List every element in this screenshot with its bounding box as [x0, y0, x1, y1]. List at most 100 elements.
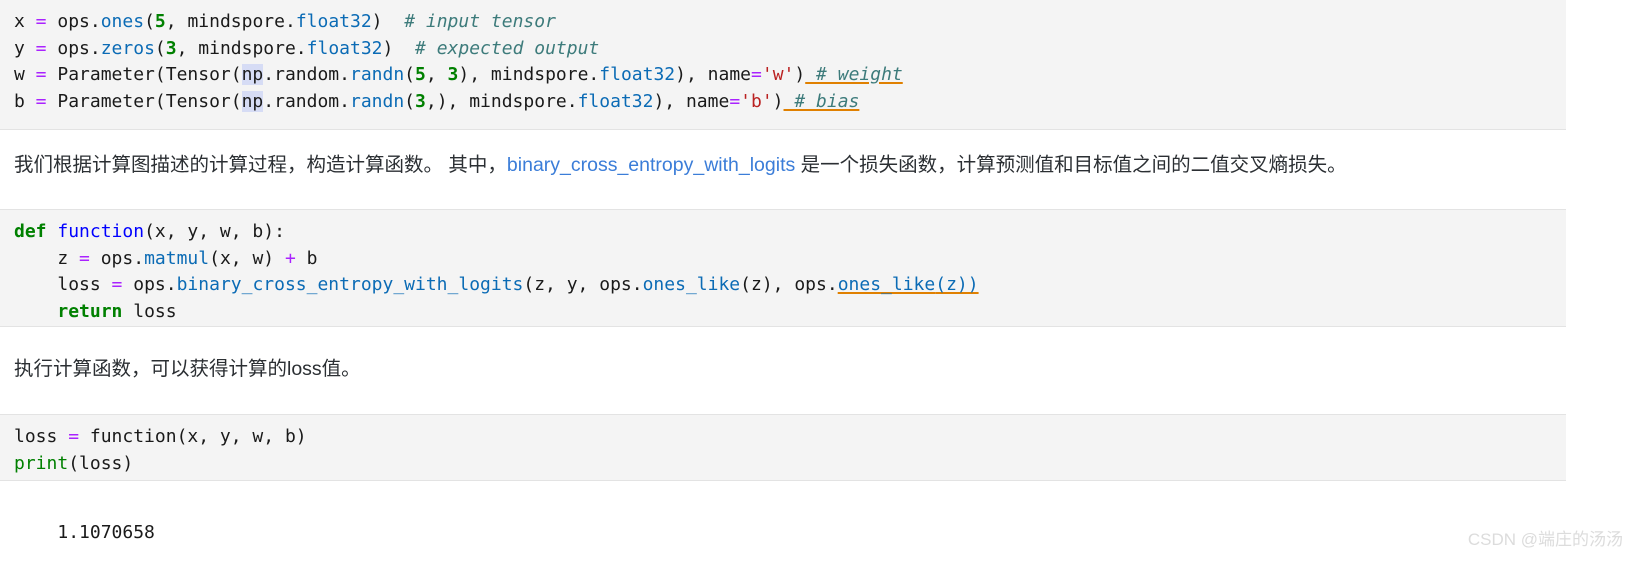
- token-operator: =: [751, 64, 762, 85]
- token-comment: # expected output: [415, 37, 600, 59]
- token-args: (x, w): [209, 247, 285, 269]
- token-punct: ): [382, 37, 394, 59]
- token-operator: =: [57, 426, 90, 447]
- token-keyword-def: def: [14, 221, 47, 242]
- inline-code-link[interactable]: binary_cross_entropy_with_logits: [507, 154, 795, 176]
- notebook-page: x = ops.ones(5, mindspore.float32) # inp…: [0, 0, 1639, 556]
- token-function: randn: [349, 90, 405, 112]
- token-after: ),: [675, 64, 708, 85]
- token-tail: b: [295, 247, 318, 269]
- token-comment: # bias: [783, 90, 860, 112]
- token-operator: =: [24, 90, 58, 112]
- token-operator: =: [24, 64, 58, 85]
- token-number: 5: [415, 64, 426, 85]
- token-operator: =: [24, 37, 58, 59]
- token-mid: ,), mindspore.: [425, 90, 578, 112]
- code-line: y = ops.zeros(3, mindspore.float32) # ex…: [14, 38, 599, 59]
- token-comment: # weight: [805, 64, 903, 85]
- token-function: ones: [100, 11, 145, 32]
- token-punct: ): [794, 64, 806, 85]
- token-tail: loss: [122, 300, 177, 322]
- token-module: ops.: [100, 247, 145, 269]
- code-line: loss = function(x, y, w, b): [14, 426, 307, 447]
- token-np-highlight: np: [241, 64, 264, 85]
- token-dtype: float32: [295, 11, 372, 32]
- code-line: print(loss): [14, 453, 133, 474]
- code-cell-1[interactable]: x = ops.ones(5, mindspore.float32) # inp…: [0, 0, 1566, 130]
- token-function: ones_like: [837, 274, 936, 295]
- token-punct: (: [404, 64, 416, 85]
- token-operator: =: [100, 274, 134, 295]
- markdown-paragraph-2: 执行计算函数，可以获得计算的loss值。: [14, 355, 361, 383]
- token-number: 3: [415, 90, 426, 112]
- token-string: 'b': [740, 90, 773, 112]
- token-module: ops.: [57, 37, 101, 59]
- token-operator: =: [68, 247, 101, 269]
- token-operator: =: [729, 90, 741, 112]
- token-comment: # input tensor: [404, 11, 556, 32]
- token-module: ops.: [57, 11, 101, 32]
- token-args: (x, y, w, b): [176, 426, 307, 447]
- code-line: z = ops.matmul(x, w) + b: [14, 247, 318, 269]
- token-constructor: Parameter(Tensor(: [57, 64, 242, 85]
- token-after: ),: [653, 90, 686, 112]
- token-punct: (: [154, 37, 166, 59]
- token-constructor: Parameter(Tensor(: [57, 90, 242, 112]
- code-line: w = Parameter(Tensor(np.random.randn(5, …: [14, 64, 903, 85]
- token-function-call: function: [89, 426, 177, 447]
- token-operator-plus: +: [284, 247, 296, 269]
- token-args: (z, y, ops.: [523, 274, 643, 295]
- token-arg: , mindspore.: [176, 37, 307, 59]
- token-arg: , mindspore.: [165, 11, 296, 32]
- code-line: x = ops.ones(5, mindspore.float32) # inp…: [14, 11, 556, 32]
- token-variable: y: [14, 37, 25, 59]
- token-kwarg-name: name: [707, 64, 752, 85]
- token-builtin-print: print: [14, 452, 69, 474]
- markdown-text: 执行计算函数，可以获得计算的loss值。: [14, 358, 361, 380]
- code-cell-2[interactable]: def function(x, y, w, b): z = ops.matmul…: [0, 209, 1566, 327]
- token-number: 3: [165, 37, 177, 59]
- token-variable: z: [57, 247, 69, 269]
- token-function: zeros: [100, 37, 155, 59]
- token-function: binary_cross_entropy_with_logits: [176, 274, 524, 295]
- token-operator: =: [24, 11, 58, 32]
- token-mid: ), mindspore.: [458, 64, 600, 85]
- code-cell-1-source[interactable]: x = ops.ones(5, mindspore.float32) # inp…: [0, 0, 1566, 124]
- token-dtype: float32: [599, 64, 676, 85]
- token-keyword-return: return: [57, 300, 123, 322]
- token-attr: .random.: [263, 90, 350, 112]
- token-args: (loss): [68, 452, 134, 474]
- token-attr: .random.: [263, 64, 350, 85]
- output-value: 1.1070658: [57, 522, 155, 543]
- token-dtype: float32: [306, 37, 383, 59]
- markdown-paragraph-1: 我们根据计算图描述的计算过程，构造计算函数。 其中，binary_cross_e…: [14, 151, 1347, 179]
- token-module: ops.: [133, 274, 177, 295]
- code-line: def function(x, y, w, b):: [14, 221, 285, 242]
- token-punct: (: [144, 11, 155, 32]
- code-cell-2-source[interactable]: def function(x, y, w, b): z = ops.matmul…: [0, 210, 1566, 334]
- code-line: loss = ops.binary_cross_entropy_with_log…: [14, 274, 979, 295]
- code-line: b = Parameter(Tensor(np.random.randn(3,)…: [14, 90, 860, 112]
- token-number: 5: [154, 11, 166, 32]
- token-sep: ,: [425, 64, 448, 85]
- token-params: (x, y, w, b):: [144, 221, 285, 242]
- code-cell-3-source[interactable]: loss = function(x, y, w, b) print(loss): [0, 415, 1566, 486]
- token-np-highlight: np: [241, 90, 264, 112]
- token-variable: b: [14, 90, 25, 112]
- token-variable: loss: [14, 426, 58, 447]
- token-string: 'w': [761, 64, 795, 85]
- code-cell-3[interactable]: loss = function(x, y, w, b) print(loss): [0, 414, 1566, 481]
- token-function: ones_like: [642, 274, 741, 295]
- token-punct: (: [404, 90, 416, 112]
- token-variable: w: [14, 64, 25, 85]
- token-dtype: float32: [577, 90, 654, 112]
- csdn-watermark: CSDN @端庄的汤汤: [1467, 530, 1623, 549]
- token-args: (z)): [935, 274, 979, 295]
- token-variable: loss: [57, 274, 101, 295]
- token-args: (z), ops.: [740, 274, 838, 295]
- markdown-text-after-link: 是一个损失函数，计算预测值和目标值之间的二值交叉熵损失。: [795, 154, 1347, 176]
